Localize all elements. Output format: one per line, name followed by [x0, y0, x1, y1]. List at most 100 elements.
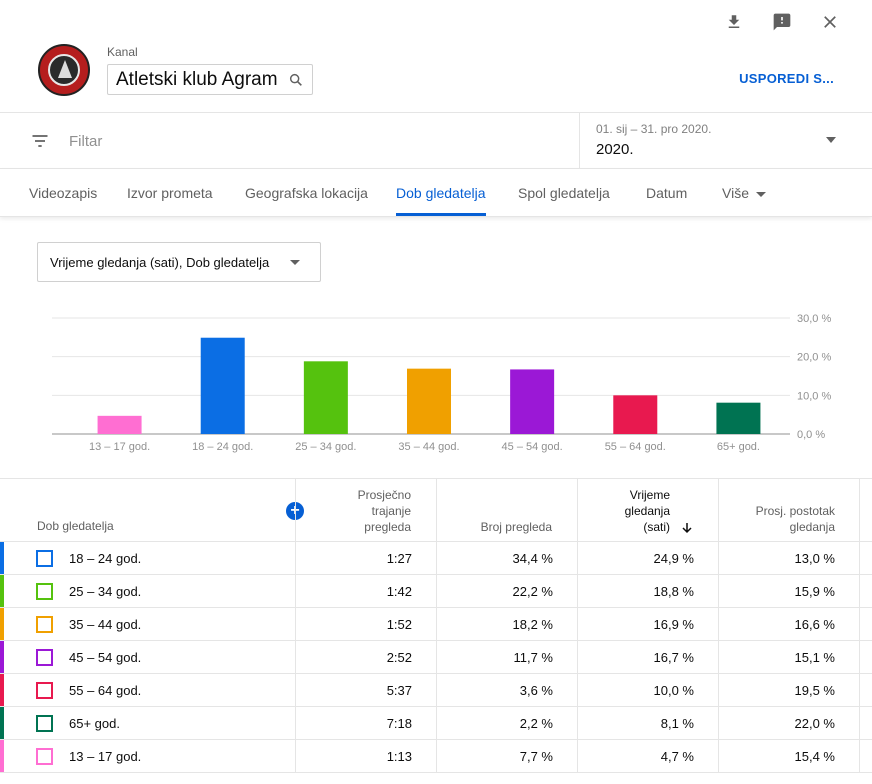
row-checkbox[interactable]	[36, 583, 53, 600]
x-tick-label: 45 – 54 god.	[502, 441, 563, 453]
col-header-avg-duration-line: pregleda	[364, 520, 411, 534]
chart-bar	[407, 368, 451, 434]
feedback-icon[interactable]	[770, 10, 794, 34]
row-avg-pct: 15,9 %	[794, 584, 835, 599]
tab-geografska-lokacija[interactable]: Geografska lokacija	[245, 185, 368, 201]
search-icon[interactable]	[288, 72, 304, 88]
row-color-bar	[0, 707, 4, 739]
row-avg-pct: 16,6 %	[794, 617, 835, 632]
row-avg-duration: 1:52	[386, 617, 412, 632]
row-avg-duration: 1:42	[386, 584, 412, 599]
x-tick-label: 55 – 64 god.	[605, 441, 666, 453]
row-avg-pct: 19,5 %	[794, 683, 835, 698]
age-bar-chart: 0,0 % 10,0 % 20,0 % 30,0 % 13 – 17 god. 18 – …	[52, 313, 831, 453]
row-color-bar	[0, 542, 4, 574]
filter-bar: Filtar 01. sij – 31. pro 2020. 2020.	[0, 112, 872, 169]
header-actions	[722, 10, 842, 34]
table-row[interactable]: 35 – 44 god. 1:52 18,2 % 16,9 % 16,6 %	[0, 608, 872, 641]
x-tick-label: 25 – 34 god.	[295, 441, 356, 453]
tab-videozapis[interactable]: Videozapis	[29, 185, 97, 201]
tab-datum[interactable]: Datum	[646, 185, 687, 201]
compare-button[interactable]: USPOREDI S...	[739, 71, 834, 86]
filter-input[interactable]: Filtar	[69, 133, 102, 150]
sort-arrow-down-icon	[681, 521, 693, 539]
tab-vise-label: Više	[722, 185, 749, 201]
row-checkbox[interactable]	[36, 748, 53, 765]
channel-search-box[interactable]: Atletski klub Agram	[107, 64, 313, 95]
metric-dropdown[interactable]: Vrijeme gledanja (sati), Dob gledatelja	[37, 242, 321, 282]
table-row[interactable]: 65+ god. 7:18 2,2 % 8,1 % 22,0 %	[0, 707, 872, 740]
table-row[interactable]: 18 – 24 god. 1:27 34,4 % 24,9 % 13,0 %	[0, 542, 872, 575]
date-range-picker[interactable]: 01. sij – 31. pro 2020. 2020.	[579, 113, 872, 169]
col-header-views[interactable]: Broj pregleda	[481, 519, 552, 535]
active-tab-indicator	[396, 213, 486, 216]
col-header-avg-duration-line: Prosječno	[357, 488, 411, 502]
row-views: 2,2 %	[519, 716, 553, 731]
row-age-label: 18 – 24 god.	[69, 551, 142, 566]
row-age-label: 35 – 44 god.	[69, 617, 142, 632]
row-color-bar	[0, 608, 4, 640]
chart-bar	[510, 369, 555, 434]
col-header-avg-pct-line: Prosj. postotak	[755, 504, 835, 518]
date-range-text: 01. sij – 31. pro 2020.	[596, 122, 712, 136]
col-header-watch-time-line: (sati)	[643, 520, 670, 534]
row-age-label: 45 – 54 god.	[69, 650, 142, 665]
tab-izvor-prometa[interactable]: Izvor prometa	[127, 185, 213, 201]
channel-name: Atletski klub Agram	[116, 68, 278, 90]
row-avg-pct: 22,0 %	[794, 716, 835, 731]
col-header-avg-pct[interactable]: Prosj. postotak gledanja	[756, 503, 835, 535]
filter-icon[interactable]	[30, 131, 50, 151]
tab-vise[interactable]: Više	[722, 185, 766, 201]
channel-label: Kanal	[107, 45, 138, 59]
row-watch-time: 18,8 %	[653, 584, 694, 599]
chart-bar	[303, 361, 348, 434]
col-header-watch-time[interactable]: Vrijeme gledanja (sati)	[625, 487, 670, 535]
row-checkbox[interactable]	[36, 550, 53, 567]
table-row[interactable]: 45 – 54 god. 2:52 11,7 % 16,7 % 15,1 %	[0, 641, 872, 674]
row-age-label: 65+ god.	[69, 716, 120, 731]
x-tick-label: 65+ god.	[717, 441, 760, 453]
close-icon[interactable]	[818, 10, 842, 34]
row-views: 18,2 %	[512, 617, 553, 632]
row-checkbox[interactable]	[36, 715, 53, 732]
row-avg-pct: 15,4 %	[794, 749, 835, 764]
row-watch-time: 10,0 %	[653, 683, 694, 698]
row-color-bar	[0, 575, 4, 607]
y-tick-label: 0,0 %	[797, 429, 825, 441]
chevron-down-icon	[755, 191, 766, 197]
table-row[interactable]: 13 – 17 god. 1:13 7,7 % 4,7 % 15,4 %	[0, 740, 872, 773]
date-range-label: 2020.	[596, 141, 634, 158]
download-icon[interactable]	[722, 10, 746, 34]
table-row[interactable]: 25 – 34 god. 1:42 22,2 % 18,8 % 15,9 %	[0, 575, 872, 608]
table-row[interactable]: 55 – 64 god. 5:37 3,6 % 10,0 % 19,5 %	[0, 674, 872, 707]
row-watch-time: 24,9 %	[653, 551, 694, 566]
tab-dob-gledatelja[interactable]: Dob gledatelja	[396, 185, 486, 201]
x-tick-label: 18 – 24 god.	[192, 441, 253, 453]
tab-spol-gledatelja[interactable]: Spol gledatelja	[518, 185, 610, 201]
age-table: Dob gledatelja + Prosječno trajanje preg…	[0, 478, 872, 773]
row-checkbox[interactable]	[36, 616, 53, 633]
y-tick-label: 20,0 %	[797, 352, 831, 364]
x-tick-label: 13 – 17 god.	[89, 441, 150, 453]
chart-bar	[97, 415, 142, 434]
row-color-bar	[0, 641, 4, 673]
channel-selector: Kanal Atletski klub Agram	[38, 44, 313, 96]
y-tick-label: 10,0 %	[797, 390, 831, 402]
row-checkbox[interactable]	[36, 682, 53, 699]
col-header-watch-time-line: gledanja	[624, 504, 670, 518]
col-header-watch-time-line: Vrijeme	[629, 488, 670, 502]
row-color-bar	[0, 674, 4, 706]
row-age-label: 13 – 17 god.	[69, 749, 142, 764]
row-age-label: 55 – 64 god.	[69, 683, 142, 698]
chevron-down-icon	[290, 260, 300, 265]
chart-bar	[613, 395, 658, 434]
row-avg-pct: 15,1 %	[794, 650, 835, 665]
row-views: 22,2 %	[512, 584, 553, 599]
chevron-down-icon	[826, 137, 836, 143]
row-checkbox[interactable]	[36, 649, 53, 666]
col-header-avg-duration-line: trajanje	[371, 504, 411, 518]
col-header-avg-duration[interactable]: Prosječno trajanje pregleda	[358, 487, 411, 535]
row-views: 7,7 %	[519, 749, 553, 764]
row-watch-time: 16,9 %	[653, 617, 694, 632]
y-tick-label: 30,0 %	[797, 313, 831, 325]
